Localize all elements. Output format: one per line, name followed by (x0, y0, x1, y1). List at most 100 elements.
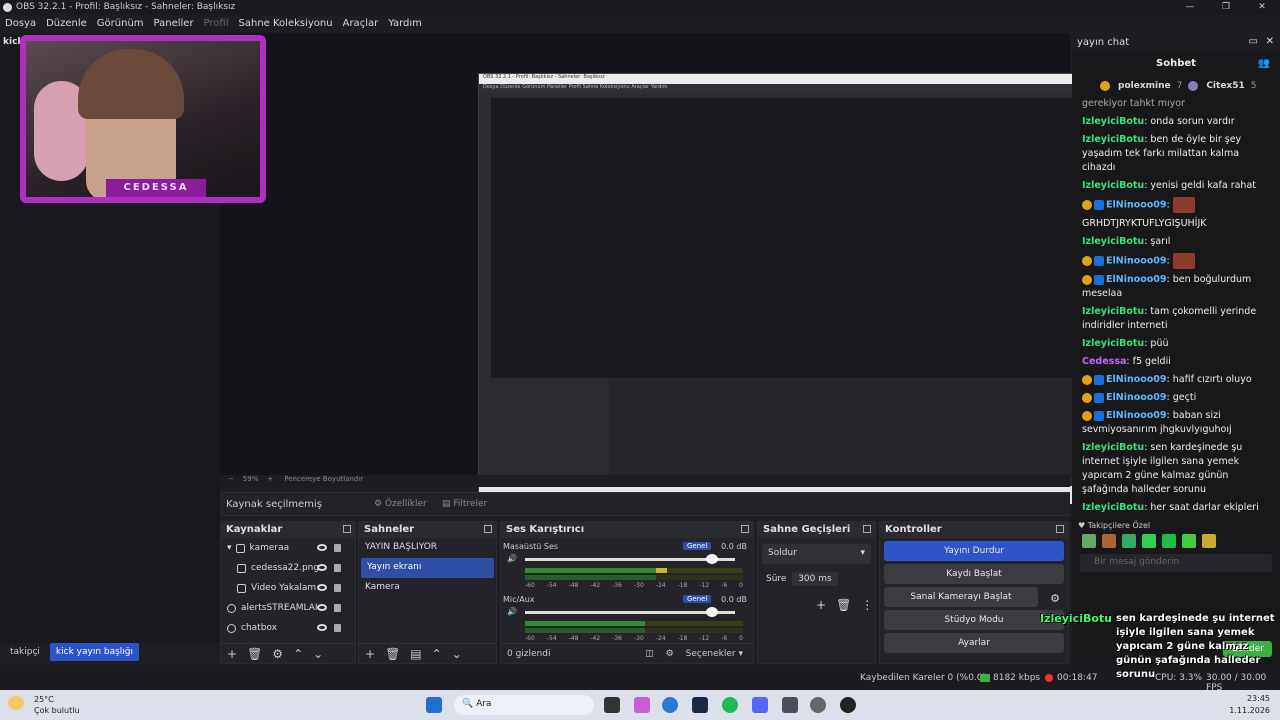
source-item[interactable]: Video Yakalam (221, 578, 355, 598)
more-icon[interactable]: ⋮ (861, 598, 873, 612)
close-icon[interactable]: ✕ (1266, 36, 1274, 47)
menu-scene-collection[interactable]: Sahne Koleksiyonu (234, 15, 338, 33)
steam-icon[interactable] (692, 697, 708, 713)
edge-icon[interactable] (662, 697, 678, 713)
lock-icon[interactable] (334, 604, 341, 612)
discord-icon[interactable] (752, 697, 768, 713)
chat-username[interactable]: ElNinooo09 (1106, 410, 1167, 421)
maximize-button[interactable]: ❐ (1208, 0, 1244, 15)
menu-tools[interactable]: Araçlar (338, 15, 384, 33)
tab-takipci[interactable]: takipçi (4, 643, 46, 661)
layout-icon[interactable]: ◫ (645, 649, 654, 659)
lock-icon[interactable] (334, 624, 341, 632)
eye-icon[interactable] (317, 624, 327, 631)
undock-icon[interactable] (863, 525, 871, 533)
lock-icon[interactable] (334, 564, 341, 572)
add-transition-icon[interactable]: + (816, 598, 826, 612)
chat-username[interactable]: Cedessa (1082, 356, 1126, 367)
menu-profile[interactable]: Profil (199, 15, 234, 33)
chat-username[interactable]: IzleyiciBotu (1082, 306, 1144, 317)
remove-scene-icon[interactable]: 🗑 (385, 647, 400, 661)
source-item[interactable]: chatbox (221, 618, 355, 638)
move-up-icon[interactable]: ⌃ (293, 647, 303, 661)
volume-icon[interactable]: 🔊 (507, 554, 517, 563)
zoom-out-button[interactable]: − (228, 475, 234, 483)
advanced-audio-icon[interactable]: ⚙ (666, 649, 674, 659)
eye-icon[interactable] (317, 544, 327, 551)
close-button[interactable]: ✕ (1244, 0, 1280, 15)
emote-icon[interactable] (1202, 534, 1216, 548)
emote-icon[interactable] (1142, 534, 1156, 548)
preview-canvas[interactable]: OBS 32.2.1 - Profil: Başlıksız - Sahnele… (220, 33, 1241, 504)
collapse-icon[interactable]: ▾ (227, 543, 232, 553)
minimize-button[interactable]: — (1172, 0, 1208, 15)
undock-icon[interactable]: ▭ (1249, 36, 1258, 47)
source-item[interactable]: ▾ kameraa (221, 538, 355, 558)
tab-kick-yayin-basligi[interactable]: kick yayın başlığı (49, 643, 140, 661)
studio-mode-button[interactable]: Stüdyo Modu (884, 610, 1064, 630)
spotify-icon[interactable] (722, 697, 738, 713)
app-icon[interactable] (782, 697, 798, 713)
chat-input[interactable]: Bir mesaj gönderin (1080, 554, 1272, 572)
scene-filter-icon[interactable]: ▤ (410, 647, 421, 661)
chat-username[interactable]: IzleyiciBotu (1082, 116, 1144, 127)
obs-icon[interactable] (840, 697, 856, 713)
chat-username[interactable]: IzleyiciBotu (1082, 236, 1144, 247)
volume-slider[interactable] (525, 611, 735, 614)
zoom-fit-select[interactable]: Pencereye Boyutlandır (284, 475, 363, 483)
chat-username[interactable]: IzleyiciBotu (1082, 180, 1144, 191)
source-item[interactable]: cedessa22.png (221, 558, 355, 578)
undock-icon[interactable] (484, 525, 492, 533)
duration-input[interactable]: 300 ms (792, 572, 838, 586)
move-down-icon[interactable]: ⌄ (313, 647, 323, 661)
emote-icon[interactable] (1102, 534, 1116, 548)
chat-tab[interactable]: Sohbet 👥 (1072, 51, 1280, 77)
chat-username[interactable]: ElNinooo09 (1106, 392, 1167, 403)
emote-icon[interactable] (1182, 534, 1196, 548)
options-button[interactable]: Seçenekler ▾ (686, 649, 743, 659)
chat-username[interactable]: IzleyiciBotu (1082, 134, 1144, 145)
remove-transition-icon[interactable]: 🗑 (836, 598, 851, 612)
undock-icon[interactable] (741, 525, 749, 533)
move-down-icon[interactable]: ⌄ (452, 647, 462, 661)
start-virtual-camera-button[interactable]: Sanal Kamerayı Başlat (884, 587, 1038, 607)
chat-username[interactable]: IzleyiciBotu (1082, 502, 1144, 513)
settings-icon[interactable] (810, 697, 826, 713)
emote-icon[interactable] (1122, 534, 1136, 548)
taskbar-search[interactable]: 🔍 Ara (454, 695, 594, 715)
chat-username[interactable]: IzleyiciBotu (1082, 442, 1144, 453)
menu-docks[interactable]: Paneller (149, 15, 199, 33)
lock-icon[interactable] (334, 584, 341, 592)
volume-slider-knob[interactable] (706, 607, 718, 617)
properties-button[interactable]: ⚙ Özellikler (368, 497, 433, 513)
eye-icon[interactable] (317, 604, 327, 611)
scene-item[interactable]: Kamera (359, 578, 496, 598)
emote-icon[interactable] (1162, 534, 1176, 548)
remove-source-icon[interactable]: 🗑 (247, 647, 262, 661)
menu-edit[interactable]: Düzenle (41, 15, 92, 33)
users-icon[interactable]: 👥 (1258, 51, 1270, 77)
virtual-camera-settings-icon[interactable]: ⚙ (1050, 592, 1060, 605)
windows-start-icon[interactable] (426, 697, 442, 713)
lock-icon[interactable] (334, 544, 341, 552)
menu-file[interactable]: Dosya (0, 15, 41, 33)
zoom-in-button[interactable]: + (267, 475, 273, 483)
source-settings-icon[interactable]: ⚙ (272, 647, 283, 661)
chat-username[interactable]: ElNinooo09 (1106, 200, 1167, 211)
filters-button[interactable]: ▤ Filtreler (436, 497, 493, 513)
start-recording-button[interactable]: Kaydı Başlat (884, 564, 1064, 584)
chat-username[interactable]: ElNinooo09 (1106, 374, 1167, 385)
move-up-icon[interactable]: ⌃ (432, 647, 442, 661)
transition-select[interactable]: Soldur ▾ (762, 544, 871, 564)
source-item[interactable]: alertsSTREAMLAI (221, 598, 355, 618)
volume-slider-knob[interactable] (706, 554, 718, 564)
stop-stream-button[interactable]: Yayını Durdur (884, 541, 1064, 561)
eye-icon[interactable] (317, 564, 327, 571)
emote-icon[interactable] (1082, 534, 1096, 548)
scene-item[interactable]: YAYIN BAŞLIYOR (359, 538, 496, 558)
task-view-icon[interactable] (604, 697, 620, 713)
menu-help[interactable]: Yardım (383, 15, 427, 33)
undock-icon[interactable] (1056, 525, 1064, 533)
chat-username[interactable]: ElNinooo09 (1106, 256, 1167, 267)
scene-item-active[interactable]: Yayın ekranı (361, 558, 494, 578)
